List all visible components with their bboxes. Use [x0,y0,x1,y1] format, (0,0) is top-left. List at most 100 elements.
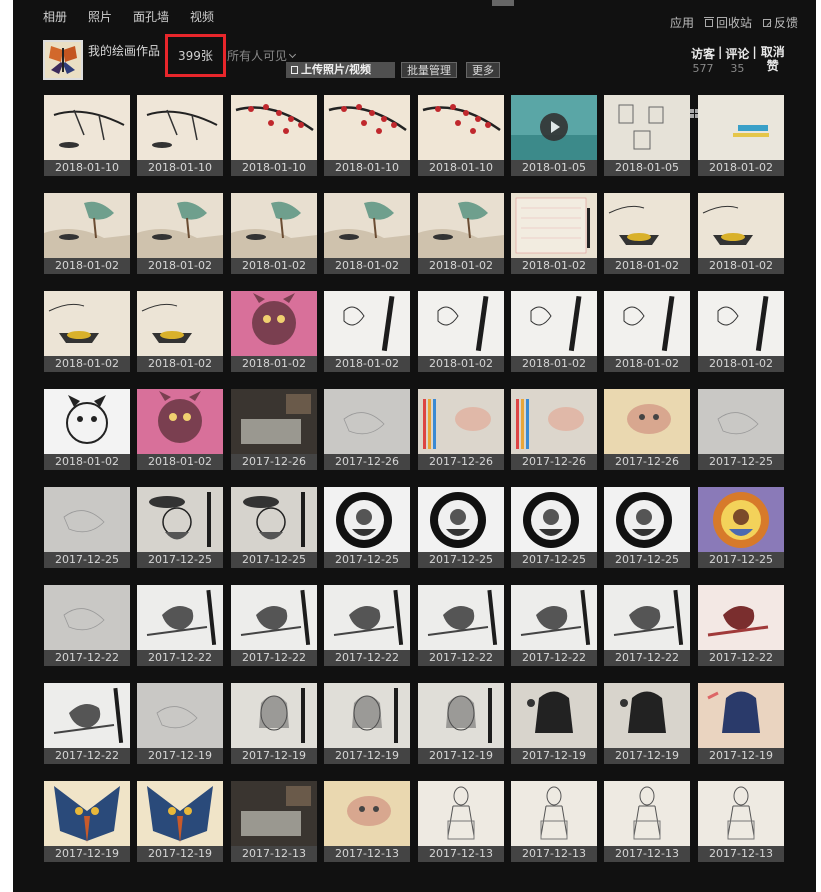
photo-thumbnail[interactable]: 2017-12-22 [418,585,504,666]
photo-thumbnail[interactable]: 2018-01-02 [604,291,690,372]
photo-thumbnail[interactable]: 2018-01-02 [137,193,223,274]
photo-thumbnail[interactable]: 2018-01-05 [604,95,690,176]
top-scroll-handle[interactable] [492,0,514,6]
photo-image [324,781,410,846]
photo-thumbnail[interactable]: 2017-12-13 [324,781,410,862]
photo-thumbnail[interactable]: 2018-01-10 [44,95,130,176]
photo-thumbnail[interactable]: 2017-12-13 [511,781,597,862]
feedback-link[interactable]: 反馈 [762,14,798,31]
photo-thumbnail[interactable]: 2018-01-02 [137,291,223,372]
photo-thumbnail[interactable]: 2018-01-02 [604,193,690,274]
photo-thumbnail[interactable]: 2017-12-19 [231,683,317,764]
photo-thumbnail[interactable]: 2018-01-05 [511,95,597,176]
photo-thumbnail[interactable]: 2018-01-02 [418,291,504,372]
photo-thumbnail[interactable]: 2017-12-19 [418,683,504,764]
album-cover[interactable] [43,40,83,80]
photo-thumbnail[interactable]: 2017-12-19 [324,683,410,764]
photo-date: 2017-12-19 [231,748,317,764]
photo-thumbnail[interactable]: 2017-12-26 [604,389,690,470]
photo-thumbnail[interactable]: 2018-01-02 [231,291,317,372]
photo-image [698,95,784,160]
nav-albums[interactable]: 相册 [43,8,67,28]
photo-thumbnail[interactable]: 2018-01-02 [698,291,784,372]
photo-date: 2018-01-02 [324,258,410,274]
cancel-like-button[interactable]: 取消赞 [760,45,786,75]
photo-date: 2017-12-25 [418,552,504,568]
visibility-label: 所有人可见 [227,49,288,63]
photo-thumbnail[interactable]: 2017-12-13 [604,781,690,862]
nav-photos[interactable]: 照片 [88,8,112,28]
photo-thumbnail[interactable]: 2017-12-22 [137,585,223,666]
photo-thumbnail[interactable]: 2018-01-02 [137,389,223,470]
photo-date: 2018-01-02 [44,356,130,372]
photo-date: 2018-01-02 [511,356,597,372]
photo-image [698,291,784,356]
photo-thumbnail[interactable]: 2017-12-22 [44,683,130,764]
photo-thumbnail[interactable]: 2018-01-02 [511,193,597,274]
photo-thumbnail[interactable]: 2017-12-13 [698,781,784,862]
photo-image [604,781,690,846]
photo-thumbnail[interactable]: 2018-01-02 [44,291,130,372]
photo-thumbnail[interactable]: 2018-01-10 [231,95,317,176]
photo-thumbnail[interactable]: 2017-12-25 [698,389,784,470]
photo-thumbnail[interactable]: 2017-12-25 [324,487,410,568]
photo-thumbnail[interactable]: 2017-12-19 [44,781,130,862]
photo-thumbnail[interactable]: 2018-01-10 [137,95,223,176]
photo-thumbnail[interactable]: 2017-12-25 [604,487,690,568]
nav-face-wall[interactable]: 面孔墙 [133,8,169,28]
photo-thumbnail[interactable]: 2018-01-10 [418,95,504,176]
photo-thumbnail[interactable]: 2017-12-19 [137,781,223,862]
photo-thumbnail[interactable]: 2017-12-26 [324,389,410,470]
photo-thumbnail[interactable]: 2017-12-25 [137,487,223,568]
photo-thumbnail[interactable]: 2017-12-25 [231,487,317,568]
photo-thumbnail[interactable]: 2018-01-02 [231,193,317,274]
photo-thumbnail[interactable]: 2018-01-02 [698,95,784,176]
visitors-stat[interactable]: 访客 577 [691,45,715,75]
apps-link[interactable]: 应用 [670,14,699,118]
photo-thumbnail[interactable]: 2017-12-26 [231,389,317,470]
photo-thumbnail[interactable]: 2017-12-22 [324,585,410,666]
comments-stat[interactable]: 评论 35 [725,45,749,75]
photo-thumbnail[interactable]: 2017-12-25 [418,487,504,568]
photo-thumbnail[interactable]: 2018-01-02 [44,389,130,470]
photo-thumbnail[interactable]: 2017-12-25 [44,487,130,568]
photo-thumbnail[interactable]: 2018-01-02 [418,193,504,274]
photo-date: 2018-01-02 [698,258,784,274]
photo-thumbnail[interactable]: 2018-01-02 [511,291,597,372]
photo-date: 2018-01-02 [698,160,784,176]
photo-thumbnail[interactable]: 2018-01-02 [44,193,130,274]
photo-image [698,487,784,552]
nav-videos[interactable]: 视频 [190,8,214,28]
play-icon[interactable] [540,113,568,141]
photo-thumbnail[interactable]: 2017-12-13 [418,781,504,862]
visibility-dropdown[interactable]: 所有人可见 [227,47,297,64]
photo-thumbnail[interactable]: 2017-12-22 [511,585,597,666]
photo-thumbnail[interactable]: 2018-01-02 [698,193,784,274]
photo-thumbnail[interactable]: 2017-12-26 [511,389,597,470]
photo-thumbnail[interactable]: 2017-12-22 [231,585,317,666]
photo-image [604,95,690,160]
photo-thumbnail[interactable]: 2017-12-19 [604,683,690,764]
photo-thumbnail[interactable]: 2017-12-22 [604,585,690,666]
upload-button[interactable]: 上传照片/视频 [286,62,395,78]
photo-date: 2017-12-19 [511,748,597,764]
photo-thumbnail[interactable]: 2018-01-10 [324,95,410,176]
photo-thumbnail[interactable]: 2017-12-22 [44,585,130,666]
photo-date: 2017-12-22 [137,650,223,666]
photo-thumbnail[interactable]: 2017-12-25 [511,487,597,568]
photo-thumbnail[interactable]: 2017-12-25 [698,487,784,568]
photo-image [511,683,597,748]
more-button[interactable]: 更多 [466,62,500,78]
comments-label: 评论 [725,47,750,61]
recycle-bin-link[interactable]: 回收站 [703,14,752,31]
photo-thumbnail[interactable]: 2017-12-22 [698,585,784,666]
photo-thumbnail[interactable]: 2017-12-13 [231,781,317,862]
photo-thumbnail[interactable]: 2017-12-19 [698,683,784,764]
photo-thumbnail[interactable]: 2018-01-02 [324,291,410,372]
album-title[interactable]: 我的绘画作品 [88,42,160,59]
batch-manage-button[interactable]: 批量管理 [401,62,457,78]
photo-thumbnail[interactable]: 2018-01-02 [324,193,410,274]
photo-thumbnail[interactable]: 2017-12-19 [137,683,223,764]
photo-thumbnail[interactable]: 2017-12-19 [511,683,597,764]
photo-thumbnail[interactable]: 2017-12-26 [418,389,504,470]
